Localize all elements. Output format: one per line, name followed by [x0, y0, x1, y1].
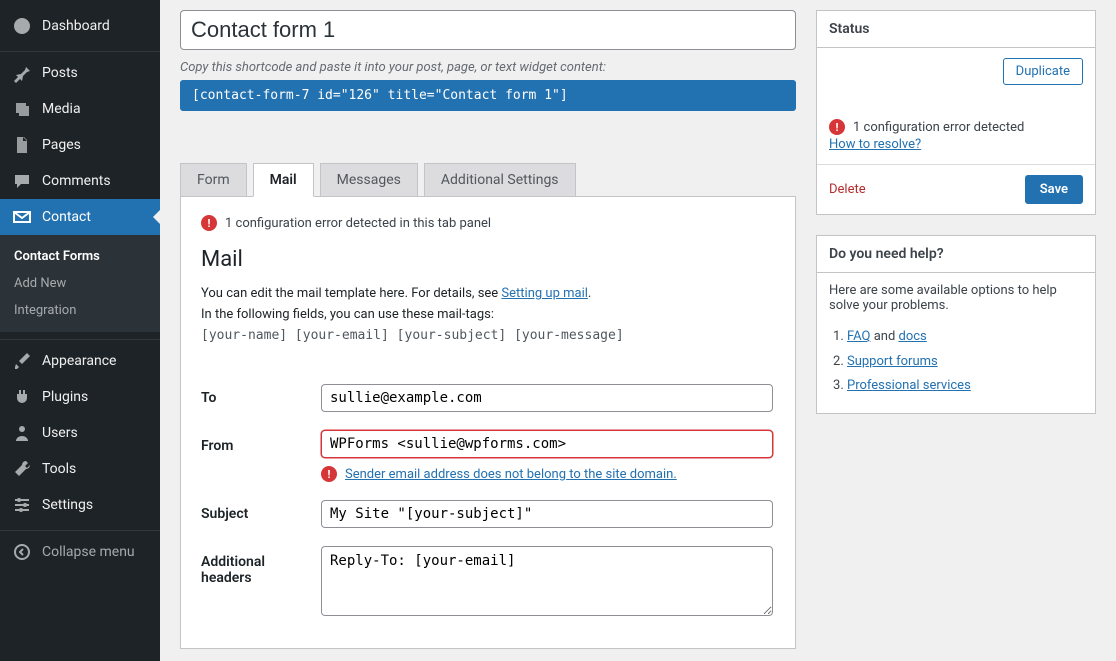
status-error-text: 1 configuration error detected [853, 120, 1024, 135]
faq-link[interactable]: FAQ [847, 329, 870, 344]
help-item-forums: Support forums [847, 350, 1083, 375]
mail-tags: [your-name] [your-email] [your-subject] … [201, 328, 624, 343]
pin-icon [12, 63, 32, 83]
error-icon: ! [321, 466, 337, 482]
page-icon [12, 135, 32, 155]
status-title: Status [817, 11, 1095, 48]
from-error-link[interactable]: Sender email address does not belong to … [345, 467, 677, 482]
tab-error-text: 1 configuration error detected in this t… [225, 216, 491, 231]
mail-description: You can edit the mail template here. For… [201, 284, 775, 346]
sidebar-submenu-contact: Contact Forms Add New Integration [0, 235, 160, 332]
help-box: Do you need help? Here are some availabl… [816, 235, 1096, 414]
dashboard-icon [12, 16, 32, 36]
tab-nav: Form Mail Messages Additional Settings [180, 163, 796, 196]
forums-link[interactable]: Support forums [847, 354, 938, 369]
menu-label: Dashboard [42, 18, 110, 34]
tab-additional-settings[interactable]: Additional Settings [424, 163, 576, 196]
sidebar-item-media[interactable]: Media [0, 91, 160, 127]
tab-messages[interactable]: Messages [320, 163, 418, 196]
sliders-icon [12, 495, 32, 515]
menu-label: Pages [42, 137, 81, 153]
menu-label: Users [42, 425, 78, 441]
duplicate-button[interactable]: Duplicate [1003, 58, 1083, 85]
menu-label: Plugins [42, 389, 88, 405]
to-label: To [201, 374, 321, 422]
from-input[interactable] [321, 430, 773, 458]
envelope-icon [12, 207, 32, 227]
admin-sidebar: Dashboard Posts Media Pages Comments Con… [0, 0, 160, 661]
sidebar-item-users[interactable]: Users [0, 415, 160, 451]
additional-headers-label: Additional headers [201, 538, 321, 628]
sidebar-item-tools[interactable]: Tools [0, 451, 160, 487]
tab-form[interactable]: Form [180, 163, 247, 196]
error-icon: ! [201, 215, 217, 231]
sidebar-item-contact[interactable]: Contact [0, 199, 160, 235]
subject-label: Subject [201, 490, 321, 538]
mail-panel: ! 1 configuration error detected in this… [180, 196, 796, 649]
docs-link[interactable]: docs [899, 329, 927, 344]
how-to-resolve-link[interactable]: How to resolve? [829, 137, 1083, 152]
error-icon: ! [829, 119, 845, 135]
setting-up-mail-link[interactable]: Setting up mail [501, 286, 587, 301]
help-item-faq-docs: FAQ and docs [847, 325, 1083, 350]
sidebar-item-pages[interactable]: Pages [0, 127, 160, 163]
save-button[interactable]: Save [1025, 175, 1083, 204]
menu-label: Tools [42, 461, 76, 477]
menu-label: Comments [42, 173, 111, 189]
mail-heading: Mail [201, 247, 775, 272]
menu-label: Posts [42, 65, 78, 81]
menu-label: Contact [42, 209, 91, 225]
menu-label: Settings [42, 497, 93, 513]
sidebar-item-posts[interactable]: Posts [0, 55, 160, 91]
submenu-item-integration[interactable]: Integration [0, 297, 160, 324]
sidebar-collapse[interactable]: Collapse menu [0, 534, 160, 570]
comment-icon [12, 171, 32, 191]
status-box: Status Duplicate ! 1 configuration error… [816, 10, 1096, 215]
sidebar-item-plugins[interactable]: Plugins [0, 379, 160, 415]
sidebar-item-settings[interactable]: Settings [0, 487, 160, 523]
sidebar-item-dashboard[interactable]: Dashboard [0, 8, 160, 44]
sidebar-item-comments[interactable]: Comments [0, 163, 160, 199]
menu-label: Collapse menu [42, 544, 135, 560]
shortcode-display[interactable]: [contact-form-7 id="126" title="Contact … [180, 80, 796, 111]
wrench-icon [12, 459, 32, 479]
collapse-icon [12, 542, 32, 562]
additional-headers-input[interactable]: Reply-To: [your-email] [321, 546, 773, 616]
help-intro: Here are some available options to help … [829, 283, 1083, 313]
tab-mail[interactable]: Mail [253, 163, 314, 197]
shortcode-hint: Copy this shortcode and paste it into yo… [180, 60, 796, 75]
from-label: From [201, 422, 321, 490]
to-input[interactable] [321, 384, 773, 412]
sidebar-item-appearance[interactable]: Appearance [0, 343, 160, 379]
plug-icon [12, 387, 32, 407]
subject-input[interactable] [321, 500, 773, 528]
help-title: Do you need help? [817, 236, 1095, 273]
submenu-item-contact-forms[interactable]: Contact Forms [0, 243, 160, 270]
brush-icon [12, 351, 32, 371]
menu-label: Appearance [42, 353, 116, 369]
help-item-pro: Professional services [847, 374, 1083, 399]
pro-services-link[interactable]: Professional services [847, 378, 971, 393]
form-title-input[interactable] [180, 10, 796, 50]
submenu-item-add-new[interactable]: Add New [0, 270, 160, 297]
user-icon [12, 423, 32, 443]
media-icon [12, 99, 32, 119]
delete-link[interactable]: Delete [829, 182, 866, 197]
menu-label: Media [42, 101, 81, 117]
